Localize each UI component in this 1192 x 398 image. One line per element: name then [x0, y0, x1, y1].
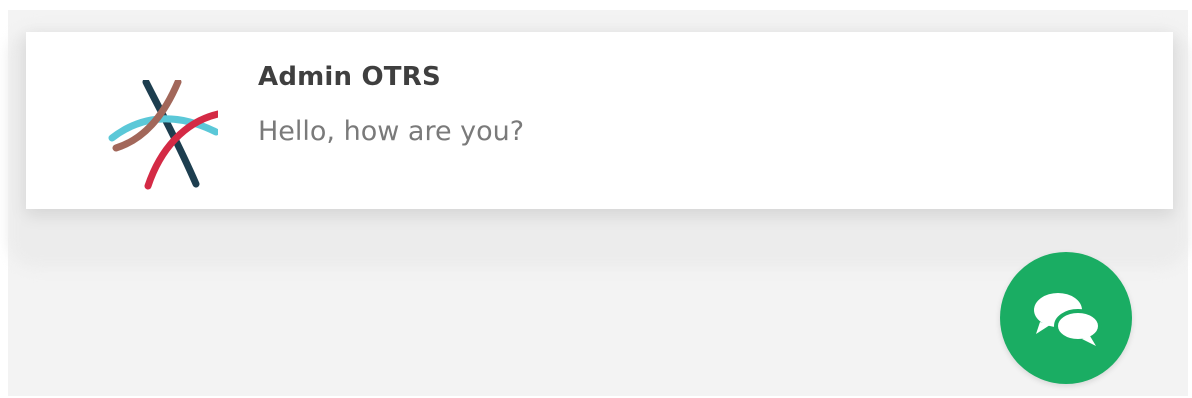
open-chat-button[interactable] [1000, 252, 1132, 384]
chat-widget-area: Admin OTRS Hello, how are you? [8, 10, 1188, 396]
message-preview: Hello, how are you? [258, 116, 525, 147]
chat-notification-card[interactable]: Admin OTRS Hello, how are you? [26, 32, 1173, 209]
otrs-logo-icon [108, 80, 218, 190]
sender-name: Admin OTRS [258, 62, 441, 92]
chat-bubbles-icon [1034, 293, 1102, 346]
